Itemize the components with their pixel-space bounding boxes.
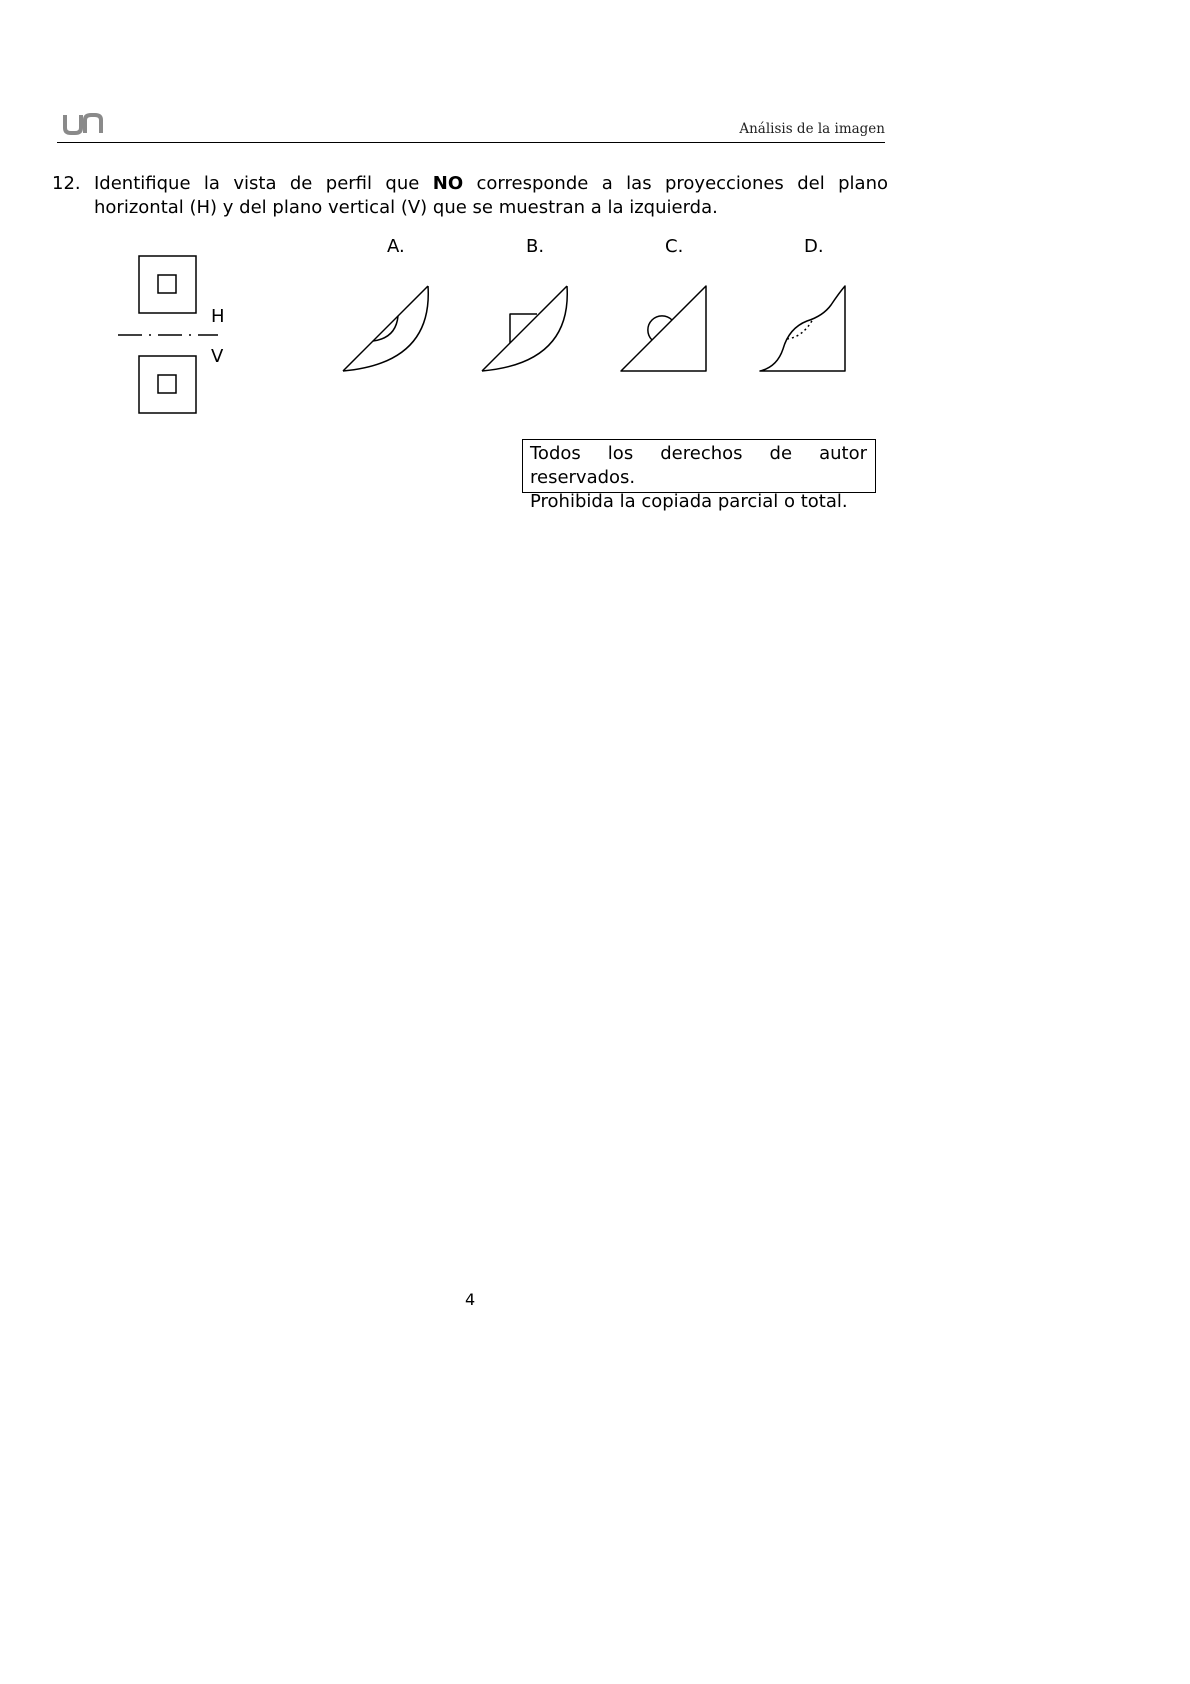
header-rule (57, 142, 885, 144)
option-c-figure (620, 285, 707, 372)
running-header-title: Análisis de la imagen (739, 121, 885, 137)
option-c-label: C. (665, 236, 684, 257)
option-d-label: D. (804, 236, 824, 257)
option-a-figure (342, 285, 429, 372)
horizontal-plane-label: H (211, 306, 225, 327)
copyright-line-2: Prohibida la copiada parcial o total. (530, 491, 848, 512)
horizontal-projection-inner-square (157, 274, 177, 294)
option-a-label: A. (387, 236, 405, 257)
copyright-line-1: Todos los derechos de autor reservados. (530, 443, 867, 488)
vertical-plane-label: V (211, 346, 224, 367)
question-12: 12. Identifique la vista de perfil que N… (52, 172, 888, 220)
horizontal-projection-outer-square (138, 255, 197, 314)
option-b-figure (481, 285, 568, 372)
question-text-before: Identifique la vista de perfil que (94, 173, 433, 194)
option-d-figure (759, 285, 846, 372)
copyright-notice: Todos los derechos de autor reservados. … (522, 439, 876, 512)
vertical-projection-inner-square (157, 374, 177, 394)
question-text: Identifique la vista de perfil que NO co… (94, 172, 888, 220)
vertical-projection-outer-square (138, 355, 197, 414)
un-logo-icon (63, 113, 103, 135)
question-number: 12. (52, 173, 81, 194)
option-b-label: B. (526, 236, 545, 257)
page-number: 4 (465, 1290, 476, 1309)
hv-projection-figure (118, 255, 218, 414)
question-emphasis: NO (432, 173, 464, 194)
